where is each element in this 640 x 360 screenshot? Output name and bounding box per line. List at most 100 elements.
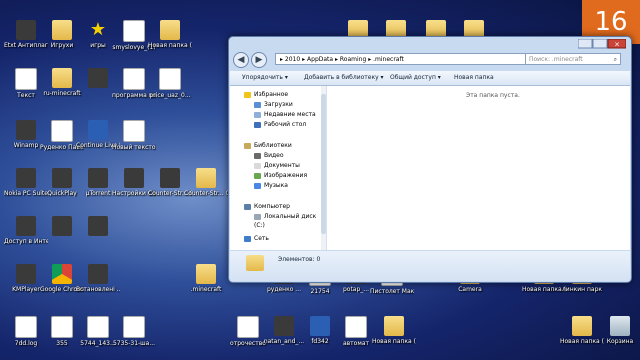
library-icon bbox=[244, 142, 251, 149]
search-placeholder: Поиск: .minecraft bbox=[529, 56, 583, 63]
nav-desktop[interactable]: Рабочий стол bbox=[254, 120, 306, 129]
doc-icon bbox=[123, 20, 145, 42]
folder-icon bbox=[52, 20, 72, 40]
nav-label: Документы bbox=[264, 162, 300, 169]
address-bar[interactable]: ▸ 2010 ▸ AppData ▸ Roaming ▸ .minecraft bbox=[275, 53, 537, 65]
nav-favorites[interactable]: Избранное bbox=[244, 90, 288, 99]
breadcrumb: ▸ 2010 ▸ AppData ▸ Roaming ▸ .minecraft bbox=[280, 56, 404, 63]
nav-label: Избранное bbox=[254, 91, 289, 98]
breadcrumb-item[interactable]: ▸ AppData bbox=[300, 56, 333, 63]
empty-folder-text: Эта папка пуста. bbox=[466, 92, 520, 99]
folder-icon bbox=[196, 264, 216, 284]
desktop-icon-label: Новая папка (12) bbox=[148, 42, 192, 49]
nav-label: Сеть bbox=[254, 235, 269, 242]
breadcrumb-item[interactable]: ▸ .minecraft bbox=[366, 56, 404, 63]
star-icon bbox=[244, 91, 251, 98]
star-icon: ★ bbox=[89, 19, 107, 40]
doc-icon bbox=[15, 68, 37, 90]
desktop-icon[interactable]: Новая папка (12) bbox=[148, 20, 192, 49]
desktop-icon-label: .minecraft bbox=[190, 286, 222, 293]
window-caption-buttons: × bbox=[577, 38, 627, 49]
nav-libraries[interactable]: Библиотеки bbox=[244, 141, 292, 150]
doc-icon bbox=[51, 120, 73, 142]
app-icon bbox=[52, 216, 72, 236]
share-button[interactable]: Общий доступ ▾ bbox=[390, 71, 441, 85]
downloads-icon bbox=[254, 101, 261, 108]
app-icon bbox=[88, 264, 108, 284]
word-icon bbox=[310, 316, 330, 336]
app-icon bbox=[16, 120, 36, 140]
desktop-icon[interactable]: 5735-31-ша... bbox=[112, 316, 156, 347]
desktop-icon-label: 5735-31-ша... bbox=[112, 340, 156, 347]
desktop-icon-label: ru-minecraft bbox=[43, 90, 81, 97]
nav-label: Загрузки bbox=[264, 101, 293, 108]
app-icon bbox=[16, 264, 36, 284]
nav-label: Недавние места bbox=[264, 111, 316, 118]
folder-icon bbox=[384, 316, 404, 336]
window-controls: × bbox=[577, 38, 627, 49]
nav-label: Изображения bbox=[264, 172, 308, 179]
nav-local-disk[interactable]: Локальный диск (C:) bbox=[254, 212, 326, 229]
app-icon bbox=[88, 168, 108, 188]
music-icon bbox=[254, 182, 261, 189]
doc-icon bbox=[123, 68, 145, 90]
folder-icon bbox=[196, 168, 216, 188]
desktop-icon[interactable]: .minecraft bbox=[184, 264, 228, 293]
new-folder-button[interactable]: Новая папка bbox=[454, 71, 494, 85]
nav-network[interactable]: Сеть bbox=[244, 234, 269, 243]
folder-icon bbox=[160, 20, 180, 40]
address-row: ◀ ▶ ▸ 2010 ▸ AppData ▸ Roaming ▸ .minecr… bbox=[233, 52, 627, 68]
breadcrumb-item[interactable]: ▸ Roaming bbox=[333, 56, 366, 63]
nav-music[interactable]: Музыка bbox=[254, 181, 288, 190]
navigation-pane: Избранное Загрузки Недавние места Рабочи… bbox=[230, 86, 327, 250]
app-icon bbox=[16, 20, 36, 40]
item-count: Элементов: 0 bbox=[278, 256, 321, 263]
video-icon bbox=[254, 152, 261, 159]
nav-label: Рабочий стол bbox=[264, 121, 307, 128]
command-toolbar: Упорядочить ▾ Добавить в библиотеку ▾ Об… bbox=[230, 71, 630, 86]
nav-scrollbar[interactable] bbox=[321, 86, 326, 250]
desktop-icon[interactable]: Встановлені ... bbox=[76, 264, 120, 293]
app-icon bbox=[160, 168, 180, 188]
back-button[interactable]: ◀ bbox=[233, 52, 249, 68]
add-to-library-button[interactable]: Добавить в библиотеку ▾ bbox=[304, 71, 384, 85]
search-input[interactable]: Поиск: .minecraft ⌕ bbox=[525, 53, 621, 65]
nav-documents[interactable]: Документы bbox=[254, 161, 300, 170]
desktop-icon-label: price_uaz_0... bbox=[149, 92, 191, 99]
documents-icon bbox=[254, 162, 261, 169]
nav-pictures[interactable]: Изображения bbox=[254, 171, 307, 180]
scrollbar-thumb[interactable] bbox=[321, 94, 326, 234]
explorer-window[interactable]: × ◀ ▶ ▸ 2010 ▸ AppData ▸ Roaming ▸ .mine… bbox=[228, 36, 632, 283]
breadcrumb-item[interactable]: ▸ 2010 bbox=[280, 56, 300, 63]
nav-label: Локальный диск (C:) bbox=[254, 213, 317, 229]
desktop-icon[interactable]: Counter-Str... Global Offe... bbox=[184, 168, 228, 197]
network-icon bbox=[244, 235, 251, 242]
app-icon bbox=[52, 168, 72, 188]
pictures-icon bbox=[254, 172, 261, 179]
desktop-icon[interactable]: Новая папка (9) bbox=[372, 316, 416, 345]
nav-video[interactable]: Видео bbox=[254, 151, 284, 160]
folder-icon bbox=[246, 255, 264, 271]
desktop-icon-label: Counter-Str... Global Offe... bbox=[184, 190, 228, 197]
nav-computer[interactable]: Компьютер bbox=[244, 202, 290, 211]
nav-label: Компьютер bbox=[254, 203, 290, 210]
desktop-icon[interactable] bbox=[76, 216, 120, 238]
desktop-icon-label: Встановлені ... bbox=[76, 286, 120, 293]
word-icon bbox=[88, 120, 108, 140]
computer-icon bbox=[244, 203, 251, 210]
desktop-icon-label: Новая папка (9) bbox=[372, 338, 416, 345]
desktop-icon[interactable]: Корзина bbox=[598, 316, 640, 345]
desktop-icon[interactable]: Новый текстов... bbox=[112, 120, 156, 151]
desktop-icon-label: Новый текстов... bbox=[112, 144, 156, 151]
forward-button[interactable]: ▶ bbox=[251, 52, 267, 68]
nav-downloads[interactable]: Загрузки bbox=[254, 100, 293, 109]
nav-recent[interactable]: Недавние места bbox=[254, 110, 316, 119]
doc-icon bbox=[345, 316, 367, 338]
doc-icon bbox=[51, 316, 73, 338]
recycle-icon bbox=[610, 316, 630, 336]
chrome-icon bbox=[52, 264, 72, 284]
desktop-icon[interactable]: price_uaz_0... bbox=[148, 68, 192, 99]
desktop-icon-label: Camera bbox=[458, 286, 482, 293]
organize-button[interactable]: Упорядочить ▾ bbox=[242, 71, 288, 85]
desktop-icon-label: Пистолет Макарова bbox=[370, 288, 414, 295]
